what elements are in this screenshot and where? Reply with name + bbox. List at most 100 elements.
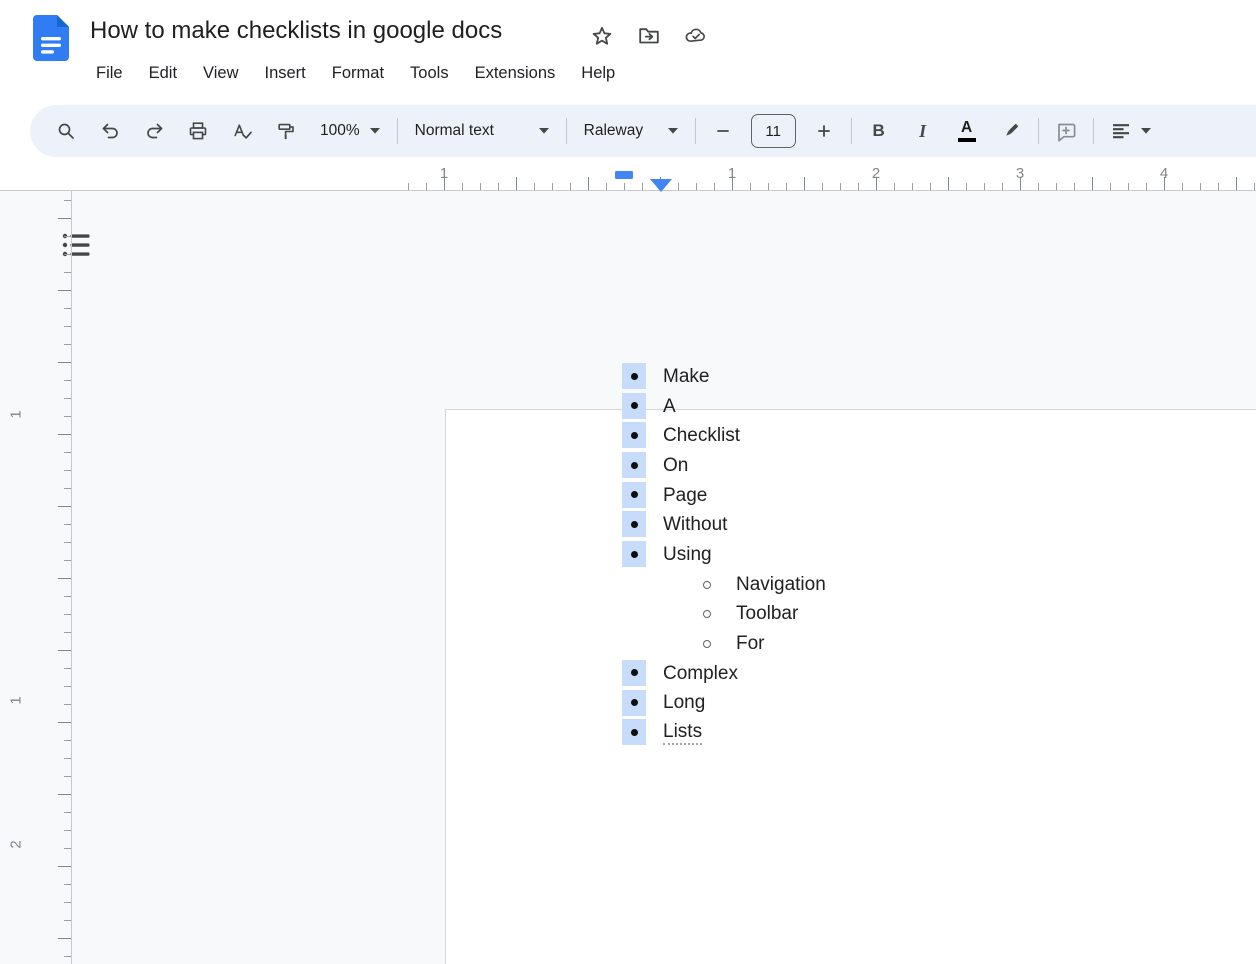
list-item[interactable]: Using: [622, 540, 1082, 570]
ruler-major-ticks: [408, 177, 1256, 190]
bullet-highlight: [622, 363, 646, 389]
bullet-highlight: [622, 482, 646, 508]
bold-button[interactable]: B: [857, 111, 901, 151]
menu-tools[interactable]: Tools: [397, 60, 462, 87]
plus-icon: [817, 124, 831, 138]
redo-icon: [144, 121, 165, 141]
horizontal-ruler[interactable]: 1 1 2 3 4: [0, 163, 1256, 191]
list-item-text: Make: [663, 366, 709, 388]
star-icon: [590, 24, 614, 48]
list-item-text: Checklist: [663, 425, 740, 447]
bullet-icon: [631, 551, 638, 558]
first-line-indent-marker[interactable]: [615, 171, 633, 179]
highlighter-icon: [1001, 121, 1021, 141]
font-size-input[interactable]: 11: [751, 114, 796, 148]
document-title[interactable]: How to make checklists in google docs: [90, 17, 502, 45]
google-docs-logo[interactable]: [33, 15, 69, 61]
comment-add-icon: [1055, 121, 1077, 142]
italic-icon: I: [919, 121, 926, 142]
document-status-button[interactable]: [684, 24, 708, 48]
list-item-text: A: [663, 396, 676, 418]
italic-button[interactable]: I: [901, 111, 945, 151]
list-item[interactable]: Long: [622, 689, 1082, 719]
menu-extensions[interactable]: Extensions: [462, 60, 569, 87]
bullet-icon: [631, 699, 638, 706]
bullet-highlight: [622, 541, 646, 567]
undo-button[interactable]: [88, 111, 132, 151]
list-item[interactable]: On: [622, 451, 1082, 481]
bold-icon: B: [873, 121, 885, 141]
search-menus-button[interactable]: [44, 111, 88, 151]
bullet-icon: [631, 402, 638, 409]
add-comment-button[interactable]: [1044, 111, 1088, 151]
align-select[interactable]: [1099, 111, 1163, 151]
increase-font-size-button[interactable]: [802, 111, 846, 151]
ruler-number: 1: [440, 165, 448, 182]
menu-help[interactable]: Help: [568, 60, 628, 87]
bullet-highlight: [622, 393, 646, 419]
chevron-down-icon: [539, 128, 549, 134]
bulleted-list: Make A Checklist On Page Without Using N…: [622, 362, 1082, 748]
list-item[interactable]: Checklist: [622, 421, 1082, 451]
print-button[interactable]: [176, 111, 220, 151]
decrease-font-size-button[interactable]: [701, 111, 745, 151]
vertical-ruler[interactable]: 1 1 2 3 4: [0, 191, 72, 964]
redo-button[interactable]: [132, 111, 176, 151]
list-item[interactable]: Toolbar: [622, 600, 1082, 630]
list-item[interactable]: Lists: [622, 718, 1082, 748]
zoom-select[interactable]: 100%: [308, 111, 392, 151]
menu-edit[interactable]: Edit: [136, 60, 190, 87]
move-button[interactable]: [637, 24, 661, 48]
app-header: How to make checklists in google docs Fi…: [0, 0, 1256, 96]
print-icon: [188, 121, 208, 141]
toolbar-divider: [1093, 118, 1094, 144]
list-item[interactable]: Navigation: [622, 570, 1082, 600]
ruler-number: 4: [1160, 165, 1168, 182]
paint-format-button[interactable]: [264, 111, 308, 151]
list-item-text: Lists: [663, 721, 702, 745]
list-item[interactable]: A: [622, 392, 1082, 422]
text-color-button[interactable]: A: [945, 111, 989, 151]
paint-roller-icon: [276, 122, 296, 141]
list-item[interactable]: For: [622, 629, 1082, 659]
circle-bullet-icon: [703, 581, 711, 589]
undo-icon: [100, 121, 121, 141]
font-value: Raleway: [584, 122, 643, 140]
minus-icon: [716, 124, 730, 138]
chevron-down-icon: [370, 128, 380, 134]
ruler-number: 3: [1016, 165, 1024, 182]
bullet-icon: [631, 462, 638, 469]
paragraph-style-select[interactable]: Normal text: [403, 111, 561, 151]
menu-view[interactable]: View: [190, 60, 251, 87]
bullet-icon: [631, 729, 638, 736]
circle-bullet-icon: [703, 640, 711, 648]
menu-format[interactable]: Format: [319, 60, 397, 87]
bullet-highlight: [622, 719, 646, 745]
list-item[interactable]: Make: [622, 362, 1082, 392]
bullet-icon: [631, 491, 638, 498]
spelling-check-button[interactable]: [220, 111, 264, 151]
bullet-icon: [631, 373, 638, 380]
list-item[interactable]: Complex: [622, 659, 1082, 689]
move-folder-icon: [637, 24, 661, 48]
highlight-color-button[interactable]: [989, 111, 1033, 151]
menu-insert[interactable]: Insert: [252, 60, 319, 87]
list-item-text: For: [736, 633, 765, 655]
star-button[interactable]: [590, 24, 614, 48]
ruler-number: 1: [728, 165, 736, 182]
menu-file[interactable]: File: [83, 60, 136, 87]
toolbar-divider: [397, 118, 398, 144]
left-indent-marker[interactable]: [650, 179, 672, 192]
list-item-text: Complex: [663, 663, 738, 685]
chevron-down-icon: [668, 128, 678, 134]
list-item[interactable]: Without: [622, 510, 1082, 540]
list-item-text: Navigation: [736, 574, 826, 596]
font-select[interactable]: Raleway: [572, 111, 690, 151]
list-item-text: Toolbar: [736, 603, 798, 625]
bullet-icon: [631, 669, 638, 676]
list-item[interactable]: Page: [622, 481, 1082, 511]
cloud-saved-icon: [684, 24, 708, 48]
list-item-text: Long: [663, 692, 705, 714]
toolbar-divider: [1038, 118, 1039, 144]
toolbar-divider: [695, 118, 696, 144]
